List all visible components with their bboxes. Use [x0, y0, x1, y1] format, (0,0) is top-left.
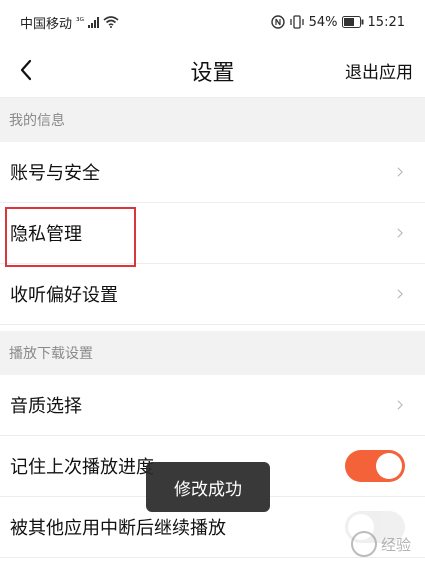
battery-icon — [341, 16, 364, 28]
back-button[interactable] — [8, 52, 44, 88]
status-right: 54% 15:21 — [270, 14, 405, 30]
row-listening-preferences[interactable]: 收听偏好设置 — [0, 264, 425, 325]
row-privacy-management[interactable]: 隐私管理 — [0, 203, 425, 264]
exit-app-button[interactable]: 退出应用 — [345, 58, 413, 83]
row-audio-quality[interactable]: 音质选择 — [0, 375, 425, 436]
signal-icon — [88, 16, 100, 28]
chevron-right-icon — [397, 400, 403, 410]
row-account-security[interactable]: 账号与安全 — [0, 142, 425, 203]
chevron-right-icon — [397, 167, 403, 177]
wifi-icon — [103, 16, 119, 28]
row-label: 隐私管理 — [10, 224, 82, 245]
chevron-left-icon — [20, 59, 32, 81]
chevron-right-icon — [397, 289, 403, 299]
section-header-playback-download: 播放下载设置 — [0, 331, 425, 375]
nav-bar: 设置 退出应用 — [0, 44, 425, 98]
row-label: 被其他应用中断后继续播放 — [10, 518, 226, 539]
battery-percent: 54% — [308, 14, 338, 30]
page-title: 设置 — [190, 60, 235, 86]
vibrate-icon — [289, 15, 304, 29]
toggle-knob — [376, 453, 402, 479]
carrier-name: 中国移动 — [20, 16, 73, 32]
row-label: 收听偏好设置 — [10, 285, 118, 306]
toast-message: 修改成功 — [146, 462, 270, 512]
paw-logo-icon — [350, 531, 377, 557]
network-type: ³ᴳ — [76, 17, 85, 27]
row-label: 音质选择 — [10, 396, 82, 417]
chevron-right-icon — [397, 228, 403, 238]
clock: 15:21 — [367, 14, 405, 30]
status-bar: 中国移动 ³ᴳ 54% 15:21 — [0, 0, 425, 44]
row-label: 账号与安全 — [10, 163, 100, 184]
section-header-my-info: 我的信息 — [0, 98, 425, 142]
status-left: 中国移动 ³ᴳ — [20, 13, 119, 32]
remember-progress-toggle[interactable] — [345, 450, 405, 482]
nfc-icon — [270, 15, 285, 29]
watermark-text: 经验 — [380, 535, 411, 554]
watermark: 经验 — [350, 531, 411, 557]
